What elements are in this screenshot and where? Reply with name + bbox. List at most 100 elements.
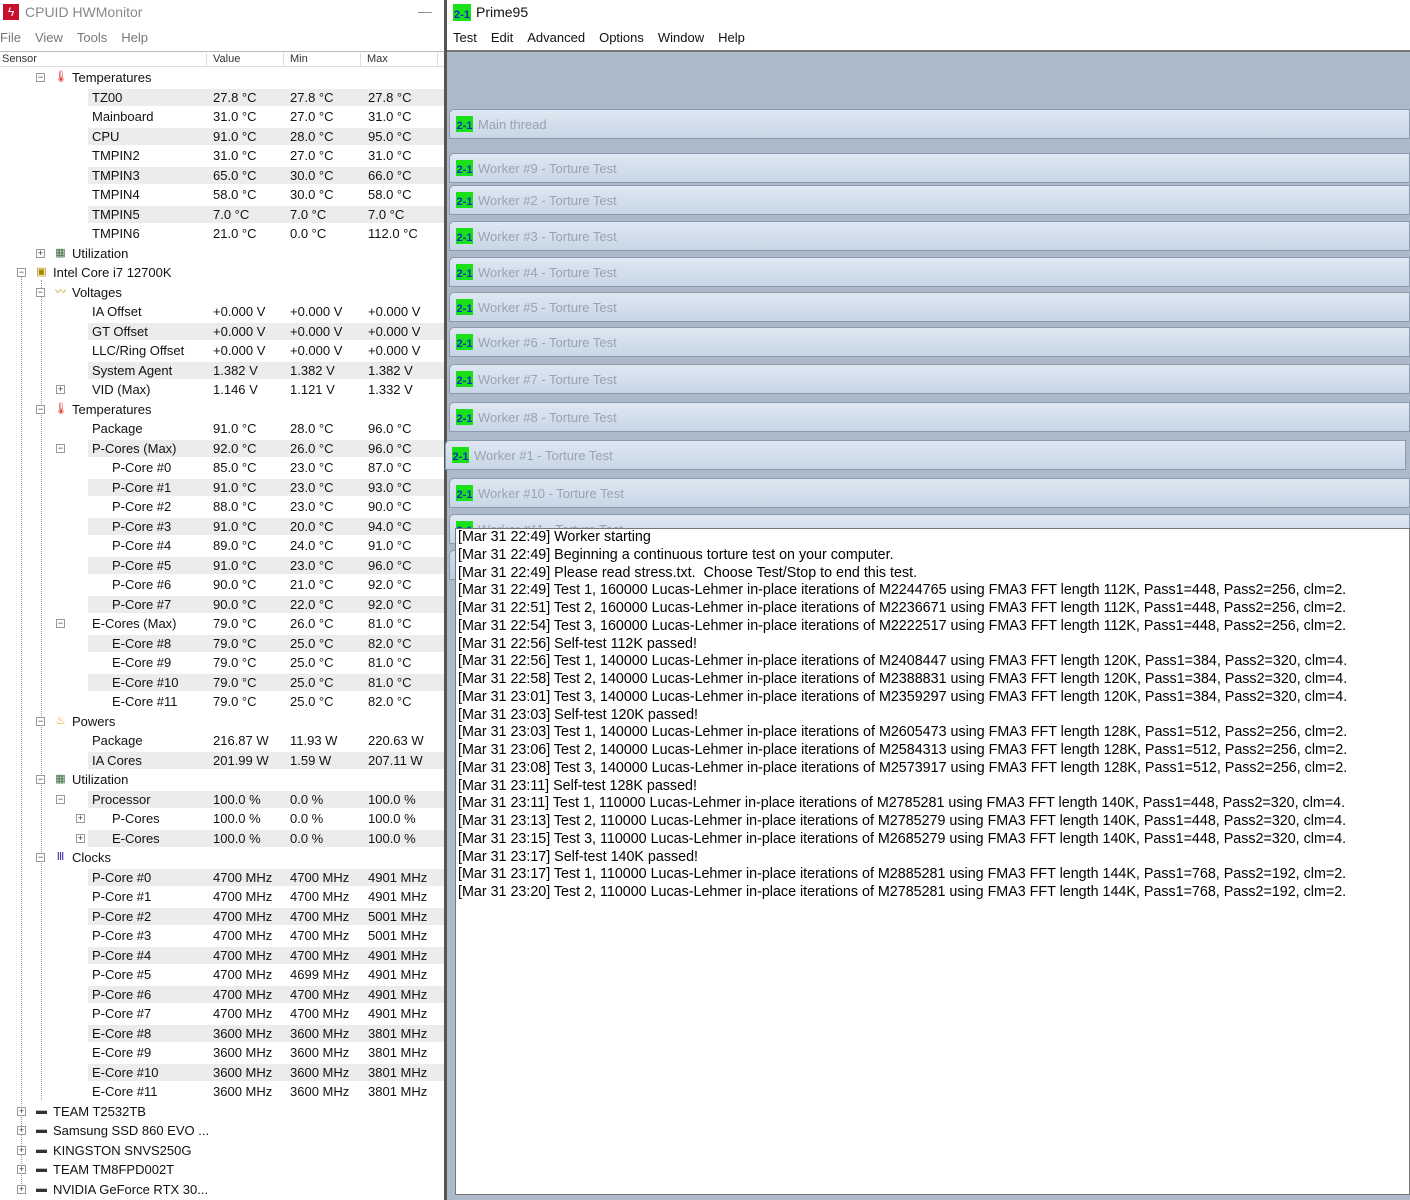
sensor-row[interactable]: P-Core #1 4700 MHz 4700 MHz 4901 MHz [0, 887, 446, 907]
worker-pane-title[interactable]: 2-1 Worker #7 - Torture Test [449, 364, 1410, 394]
sensor-row[interactable]: P-Core #5 91.0 °C 23.0 °C 96.0 °C [0, 556, 446, 576]
collapse-icon[interactable]: − [36, 775, 45, 784]
column-header-value[interactable]: Value [207, 53, 284, 67]
sensor-row[interactable]: TMPIN2 31.0 °C 27.0 °C 31.0 °C [0, 146, 446, 166]
worker-pane-title[interactable]: 2-1 Worker #8 - Torture Test [449, 402, 1410, 432]
worker-pane-title[interactable]: 2-1 Worker #6 - Torture Test [449, 327, 1410, 357]
sensor-row[interactable]: P-Core #2 88.0 °C 23.0 °C 90.0 °C [0, 497, 446, 517]
collapse-icon[interactable]: − [56, 619, 65, 628]
sensor-row[interactable]: P-Core #3 4700 MHz 4700 MHz 5001 MHz [0, 926, 446, 946]
worker-pane-title[interactable]: 2-1 Worker #3 - Torture Test [449, 221, 1410, 251]
sensor-row[interactable]: E-Core #8 79.0 °C 25.0 °C 82.0 °C [0, 634, 446, 654]
worker-pane-title[interactable]: 2-1 Worker #4 - Torture Test [449, 257, 1410, 287]
sensor-row[interactable]: TMPIN6 21.0 °C 0.0 °C 112.0 °C [0, 224, 446, 244]
sensor-group-row[interactable]: + ▬ TEAM T2532TB [0, 1102, 446, 1122]
sensor-group-row[interactable]: + ▦ Utilization [0, 244, 446, 264]
collapse-icon[interactable]: − [36, 287, 45, 297]
sensor-row[interactable]: P-Core #4 89.0 °C 24.0 °C 91.0 °C [0, 536, 446, 556]
sensor-row[interactable]: System Agent 1.382 V 1.382 V 1.382 V [0, 361, 446, 381]
menu-file[interactable]: File [0, 30, 21, 45]
sensor-row[interactable]: TZ00 27.8 °C 27.8 °C 27.8 °C [0, 88, 446, 108]
sensor-row[interactable]: P-Core #5 4700 MHz 4699 MHz 4901 MHz [0, 965, 446, 985]
sensor-row[interactable]: − P-Cores (Max) 92.0 °C 26.0 °C 96.0 °C [0, 439, 446, 459]
sensor-row[interactable]: P-Core #6 4700 MHz 4700 MHz 4901 MHz [0, 985, 446, 1005]
sensor-row[interactable]: P-Core #0 85.0 °C 23.0 °C 87.0 °C [0, 458, 446, 478]
menu-options[interactable]: Options [599, 30, 644, 45]
worker-pane-title[interactable]: 2-1 Main thread [449, 109, 1410, 139]
sensor-group-row[interactable]: − ▦ Utilization [0, 770, 446, 790]
sensor-row[interactable]: E-Core #9 3600 MHz 3600 MHz 3801 MHz [0, 1043, 446, 1063]
sensor-group-row[interactable]: + ▬ TEAM TM8FPD002T [0, 1160, 446, 1180]
sensor-group-row[interactable]: − ♨ Powers [0, 712, 446, 732]
menu-tools[interactable]: Tools [77, 30, 107, 45]
sensor-group-row[interactable]: − 🌡 Temperatures [0, 400, 446, 420]
column-header-min[interactable]: Min [284, 53, 361, 67]
collapse-icon[interactable]: − [56, 443, 65, 453]
sensor-row[interactable]: GT Offset +0.000 V +0.000 V +0.000 V [0, 322, 446, 342]
menu-advanced[interactable]: Advanced [527, 30, 585, 45]
sensor-row[interactable]: E-Core #10 3600 MHz 3600 MHz 3801 MHz [0, 1063, 446, 1083]
worker-12-log[interactable]: [Mar 31 22:49] Worker starting [Mar 31 22… [455, 528, 1410, 1195]
sensor-row[interactable]: E-Core #9 79.0 °C 25.0 °C 81.0 °C [0, 653, 446, 673]
sensor-row[interactable]: E-Core #8 3600 MHz 3600 MHz 3801 MHz [0, 1024, 446, 1044]
expand-icon[interactable]: + [76, 833, 85, 843]
sensor-row[interactable]: E-Core #11 79.0 °C 25.0 °C 82.0 °C [0, 692, 446, 712]
sensor-row[interactable]: Mainboard 31.0 °C 27.0 °C 31.0 °C [0, 107, 446, 127]
menu-view[interactable]: View [35, 30, 63, 45]
collapse-icon[interactable]: − [36, 853, 45, 862]
expand-icon[interactable]: + [17, 1184, 26, 1194]
sensor-row[interactable]: − Processor 100.0 % 0.0 % 100.0 % [0, 790, 446, 810]
sensor-row[interactable]: + VID (Max) 1.146 V 1.121 V 1.332 V [0, 380, 446, 400]
sensor-row[interactable]: P-Core #7 4700 MHz 4700 MHz 4901 MHz [0, 1004, 446, 1024]
sensor-row[interactable]: IA Offset +0.000 V +0.000 V +0.000 V [0, 302, 446, 322]
sensor-row[interactable]: LLC/Ring Offset +0.000 V +0.000 V +0.000 V [0, 341, 446, 361]
sensor-row[interactable]: + P-Cores 100.0 % 0.0 % 100.0 % [0, 809, 446, 829]
sensor-group-row[interactable]: + ▬ Samsung SSD 860 EVO ... [0, 1121, 446, 1141]
worker-pane-title[interactable]: 2-1 Worker #2 - Torture Test [449, 185, 1410, 215]
worker-pane-title[interactable]: 2-1 Worker #9 - Torture Test [449, 153, 1410, 183]
expand-icon[interactable]: + [36, 248, 45, 258]
expand-icon[interactable]: + [56, 385, 65, 394]
sensor-group-row[interactable]: + ▬ KINGSTON SNVS250G [0, 1141, 446, 1161]
sensor-row[interactable]: P-Core #1 91.0 °C 23.0 °C 93.0 °C [0, 478, 446, 498]
sensor-row[interactable]: Package 216.87 W 11.93 W 220.63 W [0, 731, 446, 751]
column-header-max[interactable]: Max [361, 53, 438, 67]
column-header-sensor[interactable]: Sensor [0, 53, 207, 67]
expand-icon[interactable]: + [76, 814, 85, 823]
sensor-group-row[interactable]: − ▣ Intel Core i7 12700K [0, 263, 446, 283]
collapse-icon[interactable]: − [36, 73, 45, 82]
expand-icon[interactable]: + [17, 1145, 26, 1155]
sensor-group-row[interactable]: − 〰 Voltages [0, 283, 446, 303]
menu-window[interactable]: Window [658, 30, 704, 45]
sensor-row[interactable]: P-Core #0 4700 MHz 4700 MHz 4901 MHz [0, 868, 446, 888]
sensor-row[interactable]: E-Core #11 3600 MHz 3600 MHz 3801 MHz [0, 1082, 446, 1102]
expand-icon[interactable]: + [17, 1165, 26, 1174]
sensor-row[interactable]: P-Core #6 90.0 °C 21.0 °C 92.0 °C [0, 575, 446, 595]
collapse-icon[interactable]: − [36, 404, 45, 414]
worker-pane-title[interactable]: 2-1 Worker #1 - Torture Test [445, 440, 1406, 470]
sensor-group-row[interactable]: + ▬ NVIDIA GeForce RTX 30... [0, 1180, 446, 1200]
minimize-button[interactable]: — [418, 3, 432, 19]
sensor-row[interactable]: P-Core #4 4700 MHz 4700 MHz 4901 MHz [0, 946, 446, 966]
sensor-row[interactable]: E-Core #10 79.0 °C 25.0 °C 81.0 °C [0, 673, 446, 693]
worker-pane-title[interactable]: 2-1 Worker #10 - Torture Test [449, 478, 1410, 508]
collapse-icon[interactable]: − [36, 716, 45, 726]
sensor-row[interactable]: TMPIN3 65.0 °C 30.0 °C 66.0 °C [0, 166, 446, 186]
menu-test[interactable]: Test [453, 30, 477, 45]
expand-icon[interactable]: + [17, 1126, 26, 1135]
collapse-icon[interactable]: − [17, 268, 26, 277]
sensor-row[interactable]: P-Core #2 4700 MHz 4700 MHz 5001 MHz [0, 907, 446, 927]
worker-pane-title[interactable]: 2-1 Worker #5 - Torture Test [449, 292, 1410, 322]
sensor-row[interactable]: IA Cores 201.99 W 1.59 W 207.11 W [0, 751, 446, 771]
sensor-row[interactable]: TMPIN4 58.0 °C 30.0 °C 58.0 °C [0, 185, 446, 205]
sensor-row[interactable]: − E-Cores (Max) 79.0 °C 26.0 °C 81.0 °C [0, 614, 446, 634]
sensor-group-row[interactable]: − 🌡 Temperatures [0, 68, 446, 88]
menu-help[interactable]: Help [718, 30, 745, 45]
sensor-group-row[interactable]: − Ⅲ Clocks [0, 848, 446, 868]
collapse-icon[interactable]: − [56, 794, 65, 804]
sensor-row[interactable]: P-Core #7 90.0 °C 22.0 °C 92.0 °C [0, 595, 446, 615]
sensor-row[interactable]: CPU 91.0 °C 28.0 °C 95.0 °C [0, 127, 446, 147]
menu-help[interactable]: Help [121, 30, 148, 45]
sensor-row[interactable]: P-Core #3 91.0 °C 20.0 °C 94.0 °C [0, 517, 446, 537]
expand-icon[interactable]: + [17, 1106, 26, 1116]
